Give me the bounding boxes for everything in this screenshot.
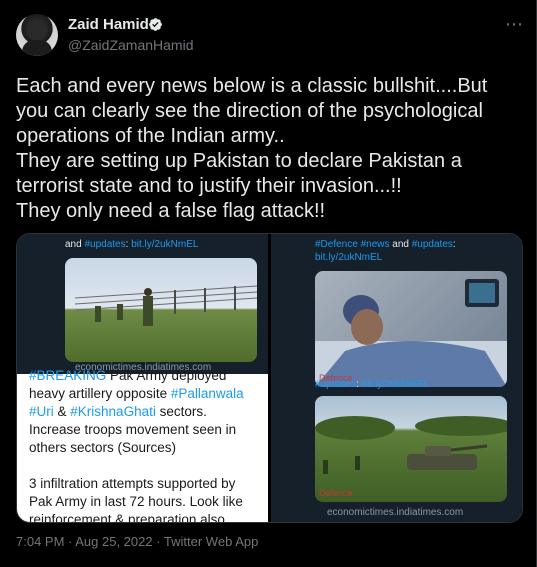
caption-hashtag: #updates — [411, 239, 453, 250]
text: Pak Army deployed — [110, 368, 227, 383]
caption-right-url: bit.ly/2ukNmEL — [315, 251, 382, 264]
caption-hashtag: #Defence — [315, 239, 358, 250]
caption-right-top: #Defence #news and #updates: — [315, 238, 456, 251]
screenshot-line: 3 infiltration attempts supported by — [29, 476, 236, 491]
caption-text: and — [65, 239, 85, 250]
caption-hashtag: #news — [360, 239, 390, 250]
avatar-body — [22, 40, 52, 56]
screenshot-line: Increase troops movement seen in — [29, 422, 237, 437]
text: heavy artillery opposite — [29, 386, 171, 401]
caption-link: bit.ly/2ukNmEL — [131, 239, 199, 250]
caption-link: bit.ly/2ukNmEL — [315, 252, 383, 263]
border-fence-photo — [65, 258, 257, 362]
tweet-line: They are setting up Pakistan to declare … — [16, 150, 462, 172]
user-handle[interactable]: @ZaidZamanHamid — [68, 37, 193, 53]
fence-illustration — [74, 285, 257, 326]
caption-text: and — [389, 239, 412, 250]
screenshot-line: others sectors (Sources) — [29, 440, 177, 455]
tweet-line: terrorist state and to justify their inv… — [16, 175, 402, 197]
hashtag: #Uri — [29, 404, 54, 419]
embedded-tweet-screenshot: #BREAKING Pak Army deployed heavy artill… — [17, 368, 268, 522]
caption-right-mid: #updates: bit.ly/2ukNmEL — [315, 378, 429, 391]
tank-illustration — [315, 416, 507, 474]
verified-badge-icon — [149, 18, 162, 31]
caption-hashtag: #updates — [84, 239, 126, 250]
media-grid[interactable]: and #updates: bit.ly/2ukNmEL economictim… — [16, 233, 523, 523]
tweet-timestamp[interactable]: 7:04 PM · Aug 25, 2022 · Twitter Web App — [16, 534, 258, 549]
patient-illustration — [315, 279, 507, 387]
logo-defence-2: Defence — [319, 488, 353, 498]
hashtag: #Pallanwala — [170, 386, 244, 401]
media-image-right[interactable]: #Defence #news and #updates: bit.ly/2ukN… — [271, 234, 522, 522]
tank-field-photo: Defence — [315, 396, 507, 502]
tweet-card: Zaid Hamid @ZaidZamanHamid ⋯ Each and ev… — [0, 0, 537, 567]
screenshot-line: #Uri & #KrishnaGhati sectors. — [29, 403, 207, 421]
tweet-line: They only need a false flag attack!! — [16, 200, 326, 222]
avatar[interactable] — [16, 14, 58, 56]
tweet-line: operations of the Indian army.. — [16, 125, 285, 147]
hashtag: #KrishnaGhati — [70, 404, 156, 419]
more-icon[interactable]: ⋯ — [505, 14, 524, 35]
caption-left-top: and #updates: bit.ly/2ukNmEL — [65, 238, 198, 251]
caption-hashtag: #updates — [315, 379, 357, 390]
tweet-text: Each and every news below is a classic b… — [16, 74, 521, 224]
caption-text: : — [452, 239, 456, 250]
link-source-right: economictimes.indiatimes.com — [327, 507, 464, 518]
screenshot-line: reinforcement & preparation also — [29, 512, 225, 522]
tweet-line: Each and every news below is a classic b… — [16, 75, 488, 97]
text: & — [53, 404, 71, 419]
media-image-left[interactable]: and #updates: bit.ly/2ukNmEL economictim… — [17, 234, 268, 522]
avatar-head — [27, 21, 47, 41]
screenshot-line: Pak Army in last 72 hours. Look like — [29, 494, 243, 509]
display-name[interactable]: Zaid Hamid — [68, 16, 149, 33]
screenshot-line: #BREAKING Pak Army deployed — [29, 367, 226, 385]
hospital-patient-photo: Defence — [315, 271, 507, 387]
caption-link: bit.ly/2ukNmEL — [361, 379, 429, 390]
hashtag: #BREAKING — [29, 368, 107, 383]
tweet-line: you can clearly see the direction of the… — [16, 100, 483, 122]
screenshot-line: heavy artillery opposite #Pallanwala — [29, 385, 244, 403]
text: sectors. — [155, 404, 207, 419]
